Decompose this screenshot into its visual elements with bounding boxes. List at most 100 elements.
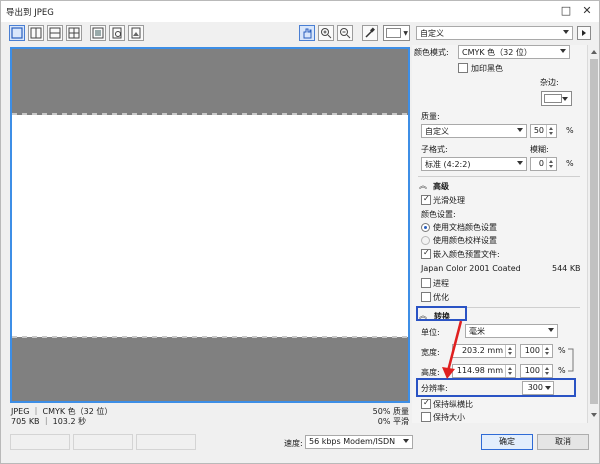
matte-label: 杂边:	[540, 78, 559, 87]
export-preview-icon[interactable]	[128, 25, 144, 41]
image-preview[interactable]	[10, 47, 410, 403]
eyedropper-icon[interactable]	[362, 25, 378, 41]
embed-profile-checkbox[interactable]	[421, 248, 431, 259]
add-black-checkbox[interactable]	[458, 63, 468, 73]
chevron-down-icon	[403, 439, 409, 443]
use-doc-color-label: 使用文档颜色设置	[433, 223, 497, 232]
keep-ratio-checkbox[interactable]	[421, 398, 431, 409]
empty-slot	[10, 434, 70, 450]
width-pct-stepper[interactable]: 100	[520, 344, 553, 358]
subformat-select[interactable]: 标准 (4:2:2)	[421, 157, 527, 171]
height-pct-value: 100	[524, 366, 540, 375]
spin-arrows[interactable]	[542, 345, 552, 357]
quality-preset-value: 自定义	[425, 127, 449, 136]
scrollbar-thumb[interactable]	[590, 59, 598, 404]
use-proof-color-radio[interactable]	[421, 236, 430, 245]
subformat-value: 标准 (4:2:2)	[425, 160, 471, 169]
maximize-icon[interactable]: □	[558, 3, 574, 19]
unit-select[interactable]: 毫米	[465, 324, 558, 338]
collapse-up-icon[interactable]: ︽	[419, 180, 427, 191]
height-pct-stepper[interactable]: 100	[520, 364, 553, 378]
chevron-down-icon	[563, 30, 569, 34]
background-color-picker[interactable]: ▼	[383, 25, 410, 41]
spin-arrows[interactable]	[505, 365, 515, 377]
red-arrow-annotation	[442, 320, 463, 379]
pan-hand-icon[interactable]	[299, 25, 315, 41]
chevron-down-icon	[517, 128, 523, 132]
keep-size-label: 保持大小	[433, 413, 465, 422]
progressive-label: 进程	[433, 279, 449, 288]
bottom-bar: 速度: 56 kbps Modem/ISDN 确定 取消	[1, 429, 599, 463]
smoothing-label: 光滑处理	[433, 196, 465, 205]
blur-label: 模糊:	[530, 145, 549, 154]
unit-value: 毫米	[469, 327, 485, 336]
chevron-down-icon: ▼	[403, 30, 408, 37]
scroll-down-icon[interactable]	[591, 413, 597, 417]
chevron-down-icon	[517, 161, 523, 165]
embed-profile-label: 嵌入颜色预置文件:	[433, 250, 500, 259]
color-settings-label: 颜色设置:	[421, 210, 456, 219]
single-view-icon[interactable]	[9, 25, 25, 41]
split-horizontal-icon[interactable]	[47, 25, 63, 41]
link-bracket-icon[interactable]	[567, 348, 577, 372]
cancel-button[interactable]: 取消	[537, 434, 589, 450]
quad-view-icon[interactable]	[66, 25, 82, 41]
zoom-in-icon[interactable]	[318, 25, 334, 41]
ok-button[interactable]: 确定	[481, 434, 533, 450]
keep-ratio-label: 保持纵横比	[433, 400, 473, 409]
progressive-checkbox[interactable]	[421, 278, 431, 288]
title-bar: 导出到 JPEG □ ✕	[1, 1, 599, 22]
spin-arrows[interactable]	[546, 125, 556, 137]
blur-stepper[interactable]: 0	[530, 157, 557, 171]
zoom-out-icon[interactable]	[337, 25, 353, 41]
divider	[418, 176, 580, 177]
color-swatch	[386, 28, 401, 38]
panel-scrollbar[interactable]	[587, 45, 599, 423]
width-pct-value: 100	[524, 346, 540, 355]
optimize-label: 优化	[433, 293, 449, 302]
spin-arrows[interactable]	[546, 158, 556, 170]
width-pct-unit: %	[558, 346, 566, 355]
use-doc-color-radio[interactable]	[421, 223, 430, 232]
color-swatch	[544, 94, 562, 103]
export-jpeg-dialog: 导出到 JPEG □ ✕ ▼ 自定义 JPEG ｜ CMYK 色（32 位） 7…	[0, 0, 600, 464]
color-mode-select[interactable]: CMYK 色（32 位）	[458, 45, 570, 59]
quality-stepper[interactable]: 50	[530, 124, 557, 138]
preset-select[interactable]: 自定义	[416, 26, 573, 40]
speed-select[interactable]: 56 kbps Modem/ISDN	[305, 435, 413, 449]
fit-page-icon[interactable]	[90, 25, 106, 41]
quality-unit: %	[566, 126, 574, 135]
advanced-header[interactable]: 高级	[433, 181, 449, 192]
empty-slot	[73, 434, 133, 450]
profile-name: Japan Color 2001 Coated	[421, 264, 521, 273]
preview-edge-bottom	[12, 336, 408, 338]
chevron-down-icon	[548, 328, 554, 332]
matte-color-picker[interactable]	[541, 91, 572, 106]
color-mode-value: CMYK 色（32 位）	[462, 48, 532, 57]
optimize-checkbox[interactable]	[421, 292, 431, 302]
quality-preset-select[interactable]: 自定义	[421, 124, 527, 138]
split-vertical-icon[interactable]	[28, 25, 44, 41]
use-proof-color-label: 使用颜色校样设置	[433, 236, 497, 245]
quality-value: 50	[533, 126, 544, 135]
close-icon[interactable]: ✕	[579, 3, 595, 19]
chevron-down-icon	[560, 49, 566, 53]
scroll-up-icon[interactable]	[591, 50, 597, 54]
width-label: 宽度:	[421, 348, 440, 357]
profile-size: 544 KB	[552, 264, 581, 273]
window-title: 导出到 JPEG	[6, 8, 54, 18]
keep-size-checkbox[interactable]	[421, 412, 431, 422]
chevron-down-icon	[562, 97, 568, 101]
toolbar: ▼ 自定义	[1, 22, 599, 44]
preset-next-button[interactable]	[577, 26, 591, 40]
smoothing-checkbox[interactable]	[421, 194, 431, 205]
export-settings-icon[interactable]	[109, 25, 125, 41]
unit-label: 单位:	[421, 328, 440, 337]
preview-top-margin	[12, 49, 408, 115]
blur-value: 0	[538, 159, 544, 168]
height-pct-unit: %	[558, 366, 566, 375]
blur-unit: %	[566, 159, 574, 168]
preview-smoothing-info: 0% 平滑	[377, 417, 409, 426]
spin-arrows[interactable]	[542, 365, 552, 377]
spin-arrows[interactable]	[505, 345, 515, 357]
